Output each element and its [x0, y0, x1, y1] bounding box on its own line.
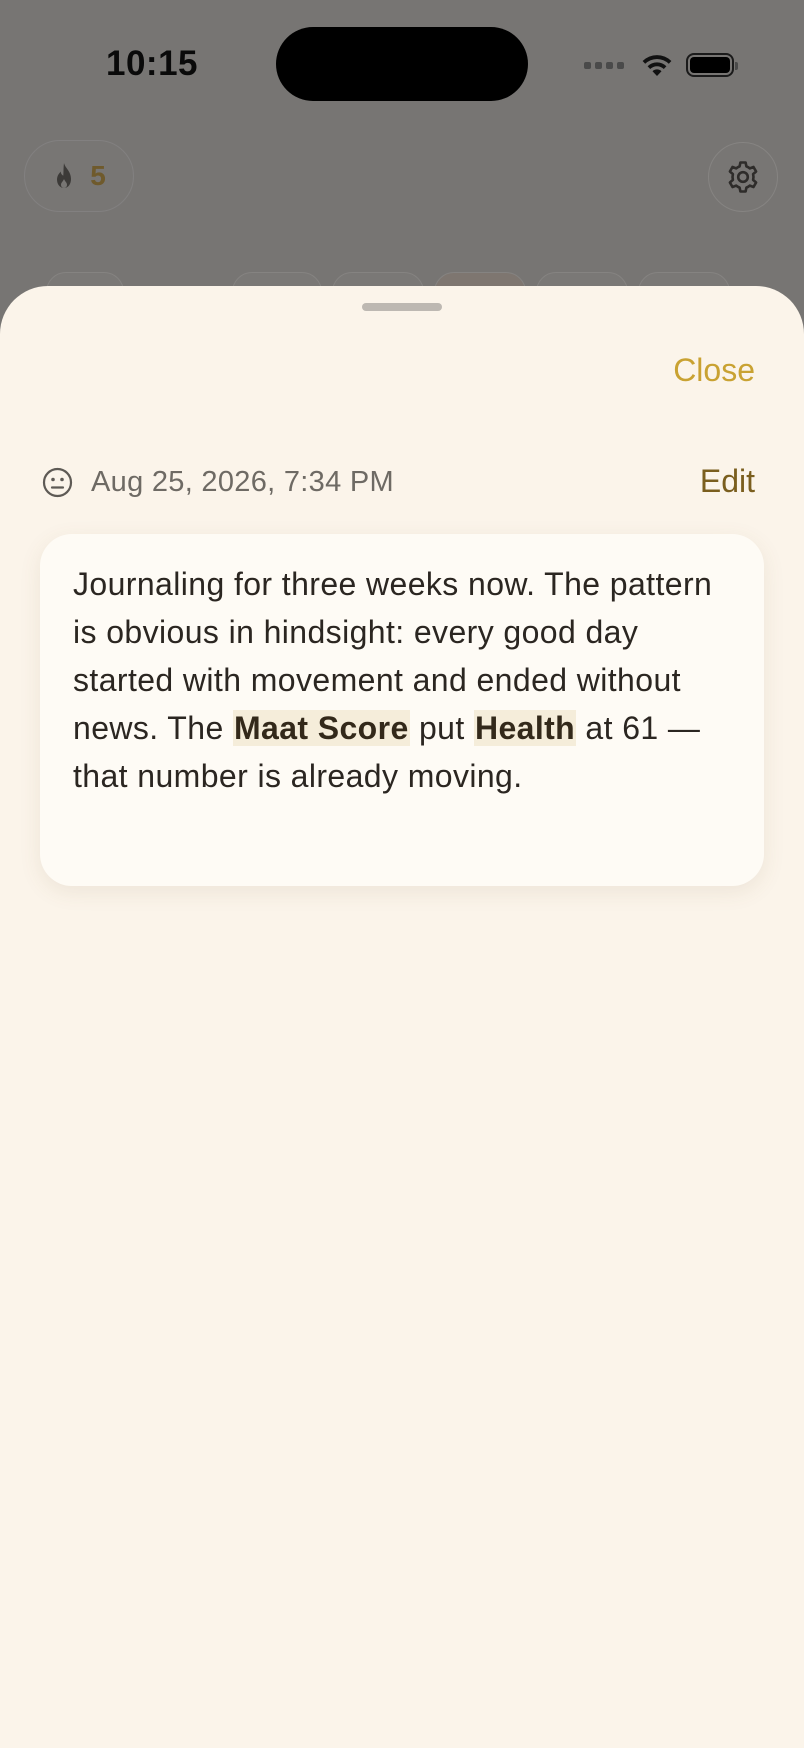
edit-button[interactable]: Edit [700, 463, 755, 500]
entry-text-segment: put [409, 710, 474, 746]
dynamic-island [276, 27, 528, 101]
streak-count: 5 [90, 160, 106, 191]
entry-meta: Aug 25, 2026, 7:34 PM [42, 464, 394, 500]
status-time: 10:15 [106, 44, 199, 83]
neutral-face-icon [42, 467, 73, 497]
entry-detail-sheet: Close Aug 25, 2026, 7:34 PM Edit Journal… [0, 286, 804, 1748]
battery-icon [686, 53, 738, 77]
status-icons [584, 48, 738, 82]
wifi-icon [642, 55, 672, 76]
flame-icon [57, 163, 72, 188]
entry-text: Journaling for three weeks now. The patt… [73, 560, 730, 800]
cellular-signal-icon [584, 61, 624, 69]
gear-icon [728, 161, 758, 193]
settings-button[interactable] [708, 142, 778, 212]
close-button[interactable]: Close [673, 352, 755, 389]
status-bar: 10:15 [0, 0, 804, 130]
health-tag[interactable]: Health [473, 710, 577, 746]
entry-card: Journaling for three weeks now. The patt… [40, 534, 764, 886]
maat-score-tag[interactable]: Maat Score [232, 710, 410, 746]
entry-date: Aug 25, 2026, 7:34 PM [91, 465, 394, 498]
sheet-grabber[interactable] [362, 303, 442, 311]
streak-badge[interactable]: 5 [24, 140, 134, 212]
